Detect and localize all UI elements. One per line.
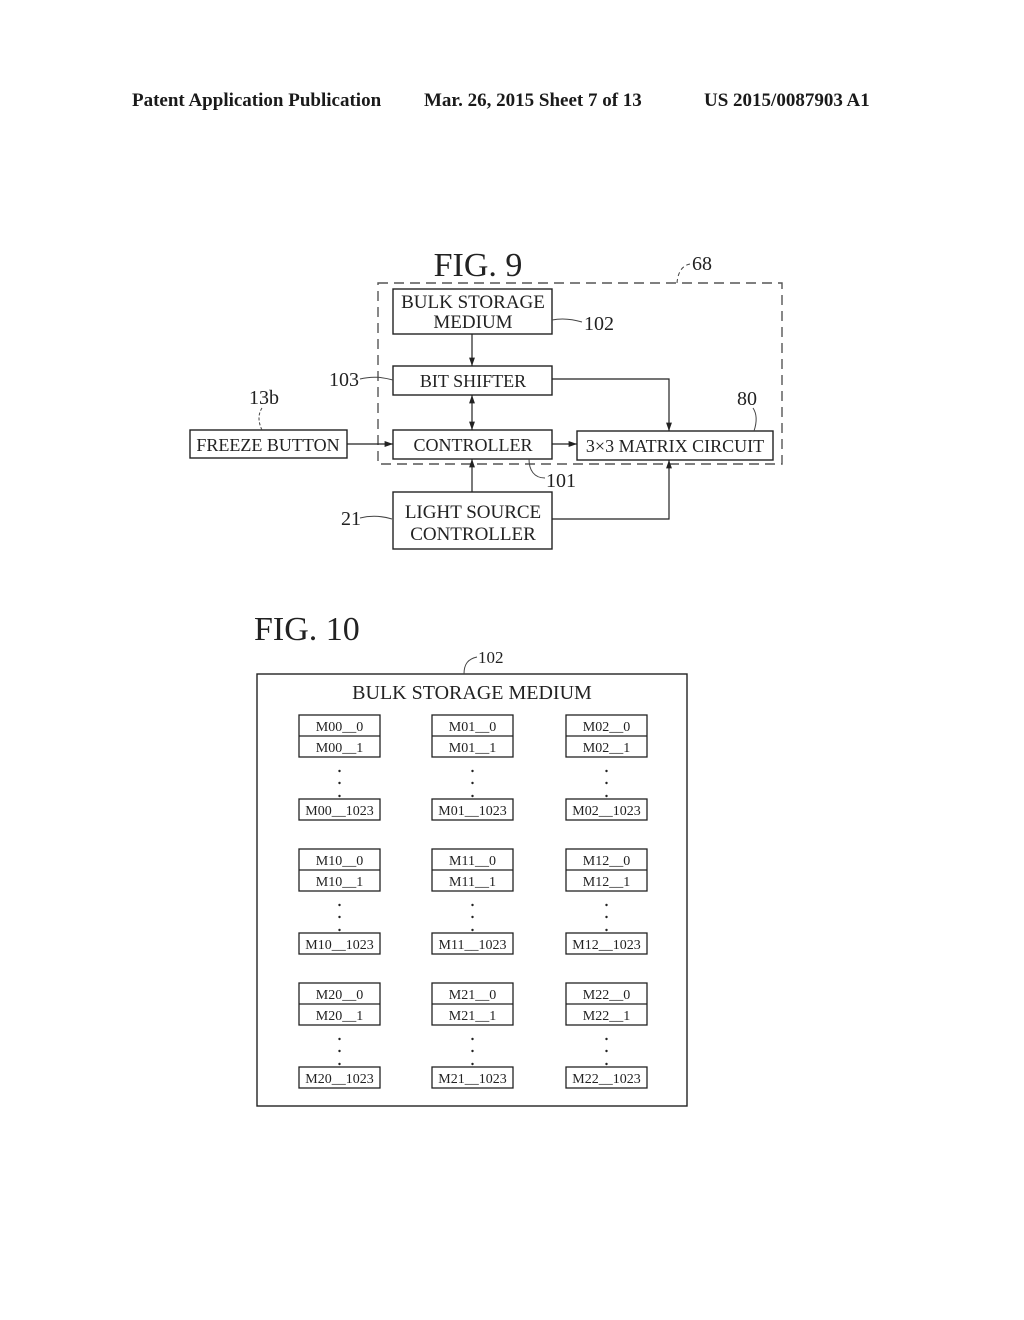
leader-13b <box>258 407 263 431</box>
ref-13b: 13b <box>249 387 279 409</box>
memory-column: M21__0 M21__1 M21__1023 <box>431 982 514 1089</box>
ellipsis-dot <box>605 915 608 919</box>
memory-cell-1023: M00__1023 <box>305 804 373 819</box>
ellipsis-dot <box>471 794 474 798</box>
memory-cell-1: M11__1 <box>449 875 496 890</box>
ellipsis-dot <box>605 1037 608 1041</box>
memory-column: M00__0 M00__1 M00__1023 <box>298 714 381 821</box>
memory-column: M10__0 M10__1 M10__1023 <box>298 848 381 955</box>
ellipsis-dot <box>605 1049 608 1053</box>
arrow-shifter-to-matrix <box>552 378 672 431</box>
fig10-title: FIG. 10 <box>254 611 360 648</box>
memory-cell-1023: M02__1023 <box>572 804 640 819</box>
ellipsis-dot <box>605 928 608 932</box>
memory-cell-1: M12__1 <box>583 875 630 890</box>
ellipsis-dot <box>338 915 341 919</box>
leader-68 <box>676 263 691 284</box>
memory-cell-1: M10__1 <box>316 875 363 890</box>
memory-cell-0: M10__0 <box>316 854 363 869</box>
ellipsis-dot <box>338 903 341 907</box>
ellipsis-dot <box>605 903 608 907</box>
memory-column: M02__0 M02__1 M02__1023 <box>565 714 648 821</box>
memory-cell-0: M00__0 <box>316 720 363 735</box>
leader-80 <box>752 407 757 432</box>
ellipsis-dot <box>605 781 608 785</box>
memory-cell-0: M01__0 <box>449 720 496 735</box>
ref-101: 101 <box>546 470 576 492</box>
ref-103: 103 <box>329 369 359 391</box>
ref-102: 102 <box>584 313 614 335</box>
matrix-circuit-label: 3×3 MATRIX CIRCUIT <box>586 436 764 456</box>
memory-cell-1023: M21__1023 <box>438 1072 506 1087</box>
leader-103 <box>359 376 394 381</box>
ref-68: 68 <box>692 253 712 275</box>
memory-column: M11__0 M11__1 M11__1023 <box>431 848 514 955</box>
ellipsis-dot <box>605 1062 608 1066</box>
ellipsis-dot <box>338 781 341 785</box>
memory-cell-0: M12__0 <box>583 854 630 869</box>
fig10: FIG. 10 102 BULK STORAGE MEDIUM M00__0M0… <box>254 611 688 1107</box>
memory-cell-0: M20__0 <box>316 988 363 1003</box>
ellipsis-dot <box>338 794 341 798</box>
bit-shifter-label: BIT SHIFTER <box>420 371 526 391</box>
memory-cell-1023: M01__1023 <box>438 804 506 819</box>
memory-cell-0: M22__0 <box>583 988 630 1003</box>
memory-cell-1023: M20__1023 <box>305 1072 373 1087</box>
memory-cell-0: M21__0 <box>449 988 496 1003</box>
light-source-line2: CONTROLLER <box>410 524 536 545</box>
fig10-ref-102: 102 <box>478 648 504 667</box>
memory-cell-1: M00__1 <box>316 741 363 756</box>
memory-cell-0: M11__0 <box>449 854 496 869</box>
memory-grid: M00__0 M00__1 M00__1023 M01__0 M01__1 M01__10… <box>298 714 648 1089</box>
controller-label: CONTROLLER <box>414 435 533 455</box>
diagram-canvas: FIG. 9 68 BULK STORAGE MEDIUM 102 BIT SH… <box>189 247 783 1107</box>
leader-21 <box>359 515 393 520</box>
memory-cell-0: M02__0 <box>583 720 630 735</box>
ellipsis-dot <box>471 769 474 773</box>
memory-cell-1: M22__1 <box>583 1009 630 1024</box>
ellipsis-dot <box>471 1049 474 1053</box>
ellipsis-dot <box>471 1037 474 1041</box>
fig9: FIG. 9 68 BULK STORAGE MEDIUM 102 BIT SH… <box>189 247 783 550</box>
fig9-title: FIG. 9 <box>434 247 523 284</box>
ref-80: 80 <box>737 388 757 410</box>
memory-column: M12__0 M12__1 M12__1023 <box>565 848 648 955</box>
memory-cell-1: M21__1 <box>449 1009 496 1024</box>
memory-cell-1023: M10__1023 <box>305 938 373 953</box>
ellipsis-dot <box>471 781 474 785</box>
leader-102 <box>551 318 583 323</box>
ellipsis-dot <box>338 1062 341 1066</box>
ellipsis-dot <box>338 769 341 773</box>
fig10-box-title: BULK STORAGE MEDIUM <box>352 682 592 704</box>
ellipsis-dot <box>471 903 474 907</box>
bulk-storage-line2: MEDIUM <box>433 312 512 333</box>
ellipsis-dot <box>338 1037 341 1041</box>
ellipsis-dot <box>605 769 608 773</box>
memory-column: M20__0 M20__1 M20__1023 <box>298 982 381 1089</box>
memory-column: M01__0 M01__1 M01__1023 <box>431 714 514 821</box>
ellipsis-dot <box>471 1062 474 1066</box>
ellipsis-dot <box>471 928 474 932</box>
memory-cell-1023: M22__1023 <box>572 1072 640 1087</box>
light-source-line1: LIGHT SOURCE <box>405 502 541 523</box>
bulk-storage-line1: BULK STORAGE <box>401 292 545 313</box>
ref-21: 21 <box>341 508 361 530</box>
memory-cell-1: M02__1 <box>583 741 630 756</box>
leader-fig10-102 <box>463 656 478 675</box>
memory-cell-1023: M12__1023 <box>572 938 640 953</box>
memory-cell-1: M01__1 <box>449 741 496 756</box>
memory-column: M22__0 M22__1 M22__1023 <box>565 982 648 1089</box>
ellipsis-dot <box>471 915 474 919</box>
ellipsis-dot <box>605 794 608 798</box>
memory-cell-1: M20__1 <box>316 1009 363 1024</box>
freeze-button-label: FREEZE BUTTON <box>196 435 339 455</box>
memory-cell-1023: M11__1023 <box>439 938 507 953</box>
ellipsis-dot <box>338 928 341 932</box>
leader-101 <box>528 458 546 479</box>
ellipsis-dot <box>338 1049 341 1053</box>
